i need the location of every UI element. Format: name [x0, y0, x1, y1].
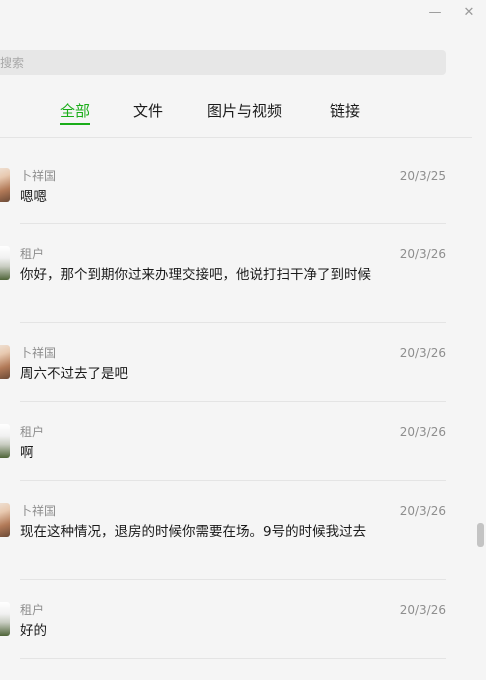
tab-files-label: 文件 [133, 102, 164, 120]
row-divider [20, 658, 446, 659]
message-date: 20/3/26 [399, 425, 446, 439]
scrollbar-thumb[interactable] [477, 523, 484, 547]
tab-files[interactable]: 文件 [133, 101, 163, 121]
tab-all[interactable]: 全部 [60, 101, 91, 125]
minimize-icon: — [428, 5, 442, 20]
message-text: 嗯嗯 [20, 189, 47, 205]
avatar[interactable] [0, 602, 10, 636]
message-date: 20/3/25 [399, 169, 446, 183]
sender-name: 租户 [20, 425, 45, 439]
message-text: 你好，那个到期你过来办理交接吧，他说打扫干净了到时候 [20, 267, 371, 283]
tab-active-indicator [60, 123, 91, 125]
message-date: 20/3/26 [399, 247, 446, 261]
chat-history-window: — ✕ 全部 文件 图片与视频 链接 卜祥国 20/3/25 嗯嗯 租户 20/… [0, 0, 486, 680]
message-text: 好的 [20, 623, 47, 639]
close-button[interactable]: ✕ [458, 4, 480, 22]
avatar[interactable] [0, 424, 10, 458]
row-divider [20, 401, 446, 402]
search-box [0, 50, 446, 75]
avatar[interactable] [0, 345, 10, 379]
sender-name: 租户 [20, 247, 45, 261]
avatar[interactable] [0, 168, 10, 202]
row-divider [20, 223, 446, 224]
sender-name: 卜祥国 [20, 346, 57, 360]
tab-photos-videos-label: 图片与视频 [207, 102, 283, 120]
message-text: 周六不过去了是吧 [20, 366, 128, 382]
avatar[interactable] [0, 503, 10, 537]
search-input[interactable] [0, 50, 430, 75]
sender-name: 卜祥国 [20, 169, 57, 183]
close-icon: ✕ [463, 5, 475, 20]
message-text: 啊 [20, 445, 34, 461]
avatar[interactable] [0, 246, 10, 280]
message-date: 20/3/26 [399, 504, 446, 518]
row-divider [20, 322, 446, 323]
message-date: 20/3/26 [399, 603, 446, 617]
message-date: 20/3/26 [399, 346, 446, 360]
tab-photos-videos[interactable]: 图片与视频 [207, 101, 282, 121]
tab-all-label: 全部 [60, 102, 91, 120]
message-text: 现在这种情况，退房的时候你需要在场。9号的时候我过去 [20, 524, 367, 540]
minimize-button[interactable]: — [424, 4, 446, 22]
sender-name: 租户 [20, 603, 45, 617]
tab-links-label: 链接 [330, 102, 361, 120]
message-list[interactable]: 卜祥国 20/3/25 嗯嗯 租户 20/3/26 你好，那个到期你过来办理交接… [0, 138, 472, 680]
row-divider [20, 579, 446, 580]
sender-name: 卜祥国 [20, 504, 57, 518]
tab-links[interactable]: 链接 [330, 101, 360, 121]
row-divider [20, 480, 446, 481]
